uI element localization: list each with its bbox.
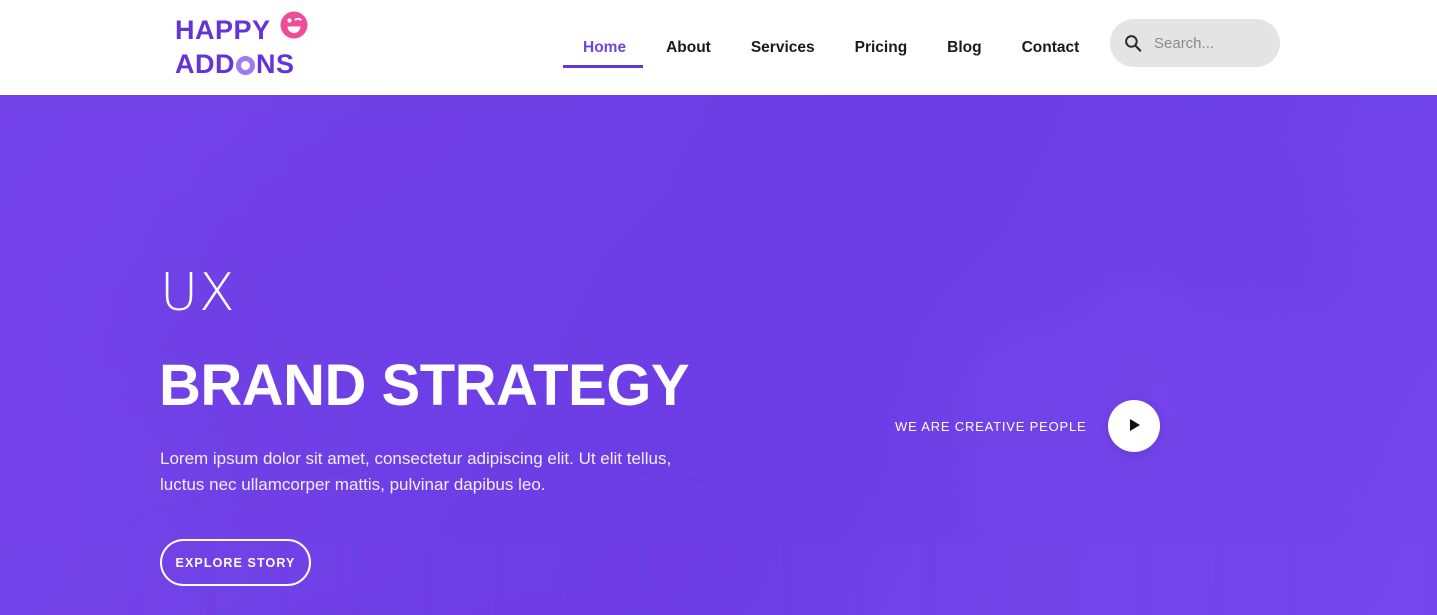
explore-story-button[interactable]: EXPLORE STORY <box>160 539 311 586</box>
nav-item-label: Contact <box>1021 38 1080 56</box>
logo-line-two: ADD NS <box>175 50 320 79</box>
site-header: HAPPY ADD NS Home About Services Pricing… <box>0 0 1437 95</box>
logo-text-happy: HAPPY <box>175 15 271 45</box>
nav-item-home[interactable]: Home <box>560 0 646 95</box>
nav-item-services[interactable]: Services <box>731 0 835 95</box>
logo-o-ring-icon <box>236 56 255 75</box>
search-icon <box>1124 34 1142 52</box>
nav-item-label: Blog <box>947 38 982 56</box>
hero-video-block: WE ARE CREATIVE PEOPLE <box>895 400 1161 452</box>
hero-subtext: Lorem ipsum dolor sit amet, consectetur … <box>160 449 672 495</box>
nav-item-about[interactable]: About <box>646 0 731 95</box>
nav-item-blog[interactable]: Blog <box>927 0 1001 95</box>
logo-text-ns: NS <box>256 49 295 79</box>
nav-item-label: About <box>666 38 711 56</box>
hero-section: UX BRAND STRATEGY Lorem ipsum dolor sit … <box>0 95 1437 615</box>
play-video-button[interactable] <box>1108 400 1161 452</box>
logo-text-add: ADD <box>175 49 235 79</box>
nav-item-contact[interactable]: Contact <box>1002 0 1100 95</box>
search-bar[interactable] <box>1110 19 1280 67</box>
nav-item-pricing[interactable]: Pricing <box>835 0 928 95</box>
hero-content: UX BRAND STRATEGY Lorem ipsum dolor sit … <box>0 95 1437 615</box>
logo-line-one: HAPPY <box>175 8 320 50</box>
hero-eyebrow: UX <box>160 263 236 323</box>
nav-item-label: Home <box>583 38 627 56</box>
nav-item-label: Services <box>750 38 815 56</box>
main-navigation: Home About Services Pricing Blog Contact <box>560 0 1099 95</box>
winking-face-icon <box>278 6 312 45</box>
site-logo[interactable]: HAPPY ADD NS <box>175 8 320 79</box>
play-icon <box>1125 416 1143 437</box>
nav-item-label: Pricing <box>854 38 908 56</box>
hero-headline: BRAND STRATEGY <box>159 353 690 418</box>
video-label: WE ARE CREATIVE PEOPLE <box>895 418 1087 434</box>
search-input[interactable] <box>1154 34 1264 52</box>
page-root: HAPPY ADD NS Home About Services Pricing… <box>0 0 1437 615</box>
